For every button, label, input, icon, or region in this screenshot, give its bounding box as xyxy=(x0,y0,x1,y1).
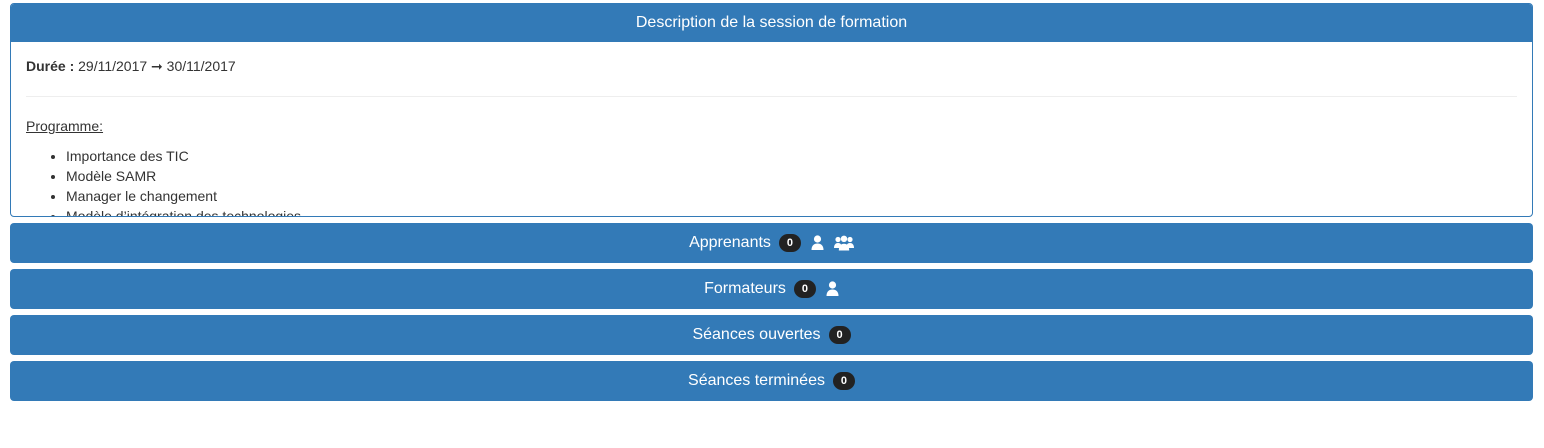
duration-label: Durée : xyxy=(26,58,75,74)
section-formateurs-button[interactable]: Formateurs 0 xyxy=(10,269,1533,309)
section-seances-terminees-label: Séances terminées xyxy=(688,372,825,389)
programme-item: Modèle SAMR xyxy=(66,166,1517,186)
description-panel-title: Description de la session de formation xyxy=(11,4,1532,42)
section-apprenants-button[interactable]: Apprenants 0 xyxy=(10,223,1533,263)
users-group-icon[interactable] xyxy=(833,234,854,252)
programme-item: Manager le changement xyxy=(66,186,1517,206)
duration-value: 29/11/2017 ➞ 30/11/2017 xyxy=(78,58,236,74)
section-seances-terminees-button[interactable]: Séances terminées 0 xyxy=(10,361,1533,401)
seances-ouvertes-count-badge: 0 xyxy=(828,326,851,344)
section-apprenants-label: Apprenants xyxy=(689,234,771,251)
session-page: Description de la session de formation D… xyxy=(10,3,1533,401)
programme-list: Importance des TIC Modèle SAMR Manager l… xyxy=(26,146,1517,216)
programme-item: Importance des TIC xyxy=(66,146,1517,166)
seances-terminees-count-badge: 0 xyxy=(832,372,855,390)
description-panel: Description de la session de formation D… xyxy=(10,3,1533,217)
divider xyxy=(26,96,1517,97)
duration-line: Durée : 29/11/2017 ➞ 30/11/2017 xyxy=(26,56,1517,76)
description-panel-body: Durée : 29/11/2017 ➞ 30/11/2017 Programm… xyxy=(11,42,1532,216)
user-icon[interactable] xyxy=(826,280,839,298)
apprenants-count-badge: 0 xyxy=(778,234,801,252)
section-seances-ouvertes-button[interactable]: Séances ouvertes 0 xyxy=(10,315,1533,355)
programme-item: Modèle d’intégration des technologies xyxy=(66,206,1517,216)
section-seances-ouvertes-label: Séances ouvertes xyxy=(692,326,821,343)
user-icon[interactable] xyxy=(811,234,824,252)
section-formateurs-label: Formateurs xyxy=(704,280,786,297)
formateurs-count-badge: 0 xyxy=(793,280,816,298)
programme-title: Programme: xyxy=(26,118,104,134)
